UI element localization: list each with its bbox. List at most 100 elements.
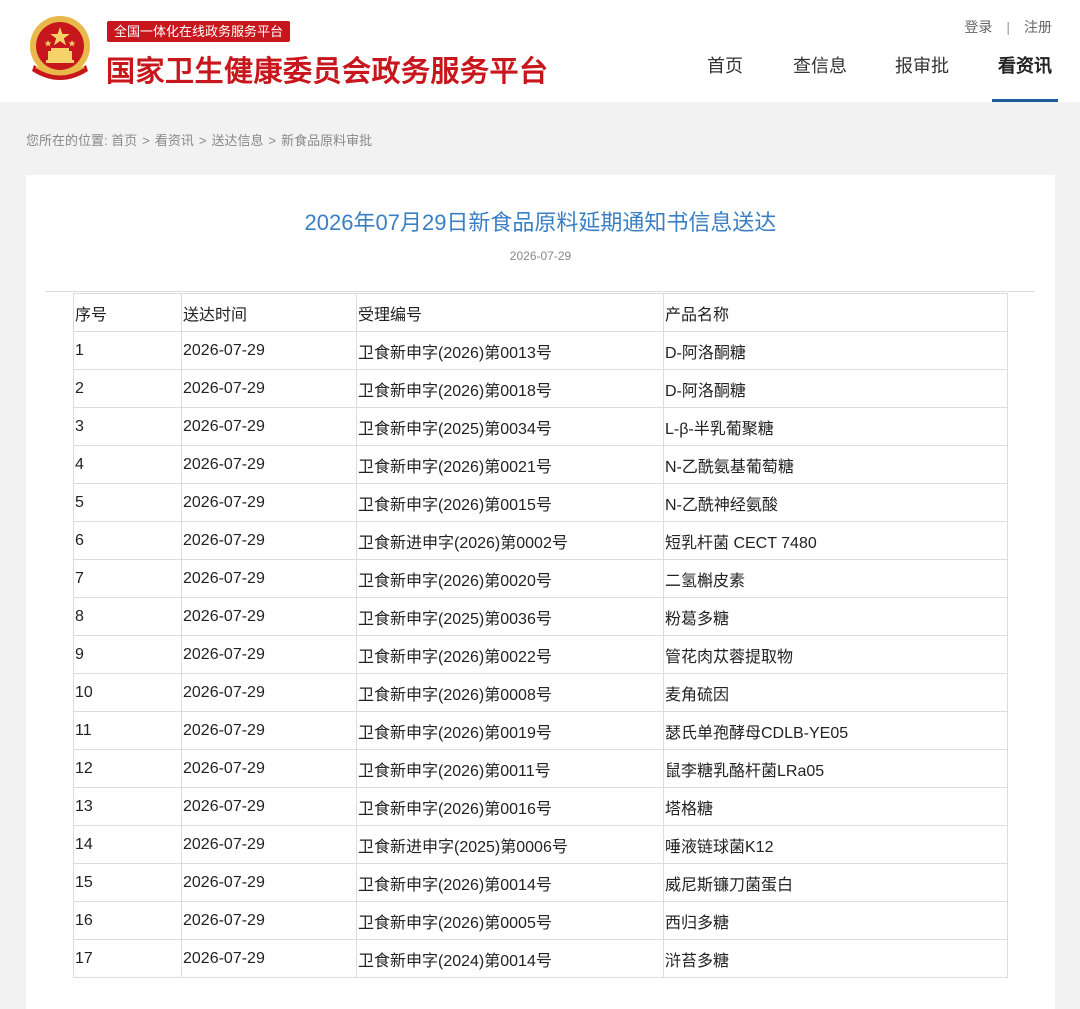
table-row: 5 2026-07-29 卫食新申字(2026)第0015号 N-乙酰神经氨酸 — [73, 483, 1008, 522]
cell-index: 13 — [73, 787, 182, 826]
header-acceptance-number: 受理编号 — [356, 293, 664, 332]
platform-tag: 全国一体化在线政务服务平台 — [107, 21, 291, 42]
cell-delivery-time: 2026-07-29 — [181, 825, 357, 864]
header-product-name: 产品名称 — [663, 293, 1008, 332]
cell-acceptance-number: 卫食新申字(2026)第0008号 — [356, 673, 664, 712]
cell-delivery-time: 2026-07-29 — [181, 331, 357, 370]
cell-delivery-time: 2026-07-29 — [181, 369, 357, 408]
table-row: 6 2026-07-29 卫食新进申字(2026)第0002号 短乳杆菌 CECT 7… — [73, 521, 1008, 560]
article-panel: 2026年07月29日新食品原料延期通知书信息送达 2026-07-29 序号 … — [26, 175, 1055, 1009]
cell-delivery-time: 2026-07-29 — [181, 863, 357, 902]
breadcrumb-prefix: 您所在的位置: — [26, 133, 108, 148]
cell-product-name: 麦角硫因 — [663, 673, 1008, 712]
cell-acceptance-number: 卫食新申字(2025)第0036号 — [356, 597, 664, 636]
cell-product-name: 瑟氏单孢酵母CDLB-YE05 — [663, 711, 1008, 750]
cell-delivery-time: 2026-07-29 — [181, 939, 357, 978]
breadcrumb-separator: > — [142, 133, 150, 148]
cell-acceptance-number: 卫食新申字(2026)第0015号 — [356, 483, 664, 522]
table-row: 3 2026-07-29 卫食新申字(2025)第0034号 L-β-半乳葡聚糖 — [73, 407, 1008, 446]
table-row: 9 2026-07-29 卫食新申字(2026)第0022号 管花肉苁蓉提取物 — [73, 635, 1008, 674]
cell-delivery-time: 2026-07-29 — [181, 597, 357, 636]
cell-delivery-time: 2026-07-29 — [181, 749, 357, 788]
breadcrumb-separator: > — [198, 133, 207, 148]
article-date: 2026-07-29 — [509, 249, 572, 263]
cell-acceptance-number: 卫食新申字(2026)第0011号 — [356, 749, 664, 788]
cell-acceptance-number: 卫食新申字(2026)第0005号 — [356, 901, 664, 940]
cell-acceptance-number: 卫食新申字(2026)第0014号 — [356, 863, 664, 902]
table-row: 10 2026-07-29 卫食新申字(2026)第0008号 麦角硫因 — [73, 673, 1008, 712]
table-row: 13 2026-07-29 卫食新申字(2026)第0016号 塔格糖 — [73, 787, 1008, 826]
site-title[interactable]: 国家卫生健康委员会政务服务平台 — [106, 48, 549, 90]
main-nav: 首页 查信息 报审批 看资讯 — [690, 54, 1058, 102]
table-row: 7 2026-07-29 卫食新申字(2026)第0020号 二氢槲皮素 — [73, 559, 1008, 598]
register-link[interactable]: 注册 — [1024, 19, 1052, 35]
cell-acceptance-number: 卫食新申字(2026)第0021号 — [356, 445, 664, 484]
cell-delivery-time: 2026-07-29 — [181, 711, 357, 750]
nav-item-info[interactable]: 查信息 — [793, 54, 847, 102]
table-row: 8 2026-07-29 卫食新申字(2025)第0036号 粉葛多糖 — [73, 597, 1008, 636]
breadcrumb-news[interactable]: 看资讯 — [155, 133, 194, 148]
cell-index: 6 — [73, 521, 182, 560]
cell-product-name: D-阿洛酮糖 — [663, 369, 1008, 408]
table-row: 17 2026-07-29 卫食新申字(2024)第0014号 浒苔多糖 — [73, 939, 1008, 978]
nav-item-home[interactable]: 首页 — [707, 54, 743, 102]
cell-acceptance-number: 卫食新申字(2026)第0018号 — [356, 369, 664, 408]
breadcrumb-separator: > — [268, 133, 277, 148]
cell-acceptance-number: 卫食新申字(2026)第0019号 — [356, 711, 664, 750]
cell-delivery-time: 2026-07-29 — [181, 673, 357, 712]
cell-delivery-time: 2026-07-29 — [181, 483, 357, 522]
cell-index: 12 — [73, 749, 182, 788]
cell-index: 7 — [73, 559, 182, 598]
cell-acceptance-number: 卫食新申字(2024)第0014号 — [356, 939, 664, 978]
cell-index: 8 — [73, 597, 182, 636]
cell-delivery-time: 2026-07-29 — [181, 521, 357, 560]
cell-product-name: 二氢槲皮素 — [663, 559, 1008, 598]
breadcrumb-delivery-info[interactable]: 送达信息 — [211, 133, 263, 148]
cell-delivery-time: 2026-07-29 — [181, 559, 357, 598]
cell-acceptance-number: 卫食新进申字(2025)第0006号 — [356, 825, 664, 864]
cell-product-name: N-乙酰神经氨酸 — [663, 483, 1008, 522]
cell-delivery-time: 2026-07-29 — [181, 445, 357, 484]
cell-index: 3 — [73, 407, 182, 446]
table-row: 14 2026-07-29 卫食新进申字(2025)第0006号 唾液链球菌K12 — [73, 825, 1008, 864]
cell-product-name: 西归多糖 — [663, 901, 1008, 940]
cell-index: 9 — [73, 635, 182, 674]
cell-acceptance-number: 卫食新进申字(2026)第0002号 — [356, 521, 664, 560]
cell-product-name: 短乳杆菌 CECT 7480 — [663, 521, 1008, 560]
table-row: 11 2026-07-29 卫食新申字(2026)第0019号 瑟氏单孢酵母CDLB-… — [73, 711, 1008, 750]
cell-index: 1 — [73, 331, 182, 370]
breadcrumb: 您所在的位置: 首页 > 看资讯 > 送达信息 > 新食品原料审批 — [26, 130, 372, 149]
table-row: 1 2026-07-29 卫食新申字(2026)第0013号 D-阿洛酮糖 — [73, 331, 1008, 370]
cell-product-name: 粉葛多糖 — [663, 597, 1008, 636]
nav-item-news[interactable]: 看资讯 — [992, 54, 1058, 102]
breadcrumb-current[interactable]: 新食品原料审批 — [281, 133, 372, 148]
cell-product-name: 管花肉苁蓉提取物 — [663, 635, 1008, 674]
breadcrumb-home[interactable]: 首页 — [111, 133, 137, 148]
table-body: 1 2026-07-29 卫食新申字(2026)第0013号 D-阿洛酮糖 2 2026-… — [73, 331, 1008, 978]
cell-index: 16 — [73, 901, 182, 940]
table-row: 4 2026-07-29 卫食新申字(2026)第0021号 N-乙酰氨基葡萄糖 — [73, 445, 1008, 484]
cell-acceptance-number: 卫食新申字(2026)第0013号 — [356, 331, 664, 370]
table-row: 15 2026-07-29 卫食新申字(2026)第0014号 威尼斯镰刀菌蛋白 — [73, 863, 1008, 902]
account-links: 登录 | 注册 — [964, 17, 1052, 37]
cell-acceptance-number: 卫食新申字(2026)第0016号 — [356, 787, 664, 826]
cell-delivery-time: 2026-07-29 — [181, 901, 357, 940]
article-title: 2026年07月29日新食品原料延期通知书信息送达 — [304, 210, 777, 235]
cell-product-name: 鼠李糖乳酪杆菌LRa05 — [663, 749, 1008, 788]
cell-delivery-time: 2026-07-29 — [181, 635, 357, 674]
cell-product-name: 塔格糖 — [663, 787, 1008, 826]
cell-product-name: N-乙酰氨基葡萄糖 — [663, 445, 1008, 484]
cell-index: 15 — [73, 863, 182, 902]
table-row: 16 2026-07-29 卫食新申字(2026)第0005号 西归多糖 — [73, 901, 1008, 940]
table-row: 12 2026-07-29 卫食新申字(2026)第0011号 鼠李糖乳酪杆菌LRa0… — [73, 749, 1008, 788]
title-divider — [46, 291, 1034, 292]
cell-acceptance-number: 卫食新申字(2026)第0022号 — [356, 635, 664, 674]
table-row: 2 2026-07-29 卫食新申字(2026)第0018号 D-阿洛酮糖 — [73, 369, 1008, 408]
login-link[interactable]: 登录 — [964, 19, 992, 35]
header-index: 序号 — [73, 293, 182, 332]
delivery-table: 序号 送达时间 受理编号 产品名称 1 2026-07-29 卫食新申字(2026)… — [73, 293, 1008, 978]
cell-product-name: L-β-半乳葡聚糖 — [663, 407, 1008, 446]
cell-index: 2 — [73, 369, 182, 408]
nav-item-approval[interactable]: 报审批 — [895, 54, 949, 102]
cell-index: 10 — [73, 673, 182, 712]
